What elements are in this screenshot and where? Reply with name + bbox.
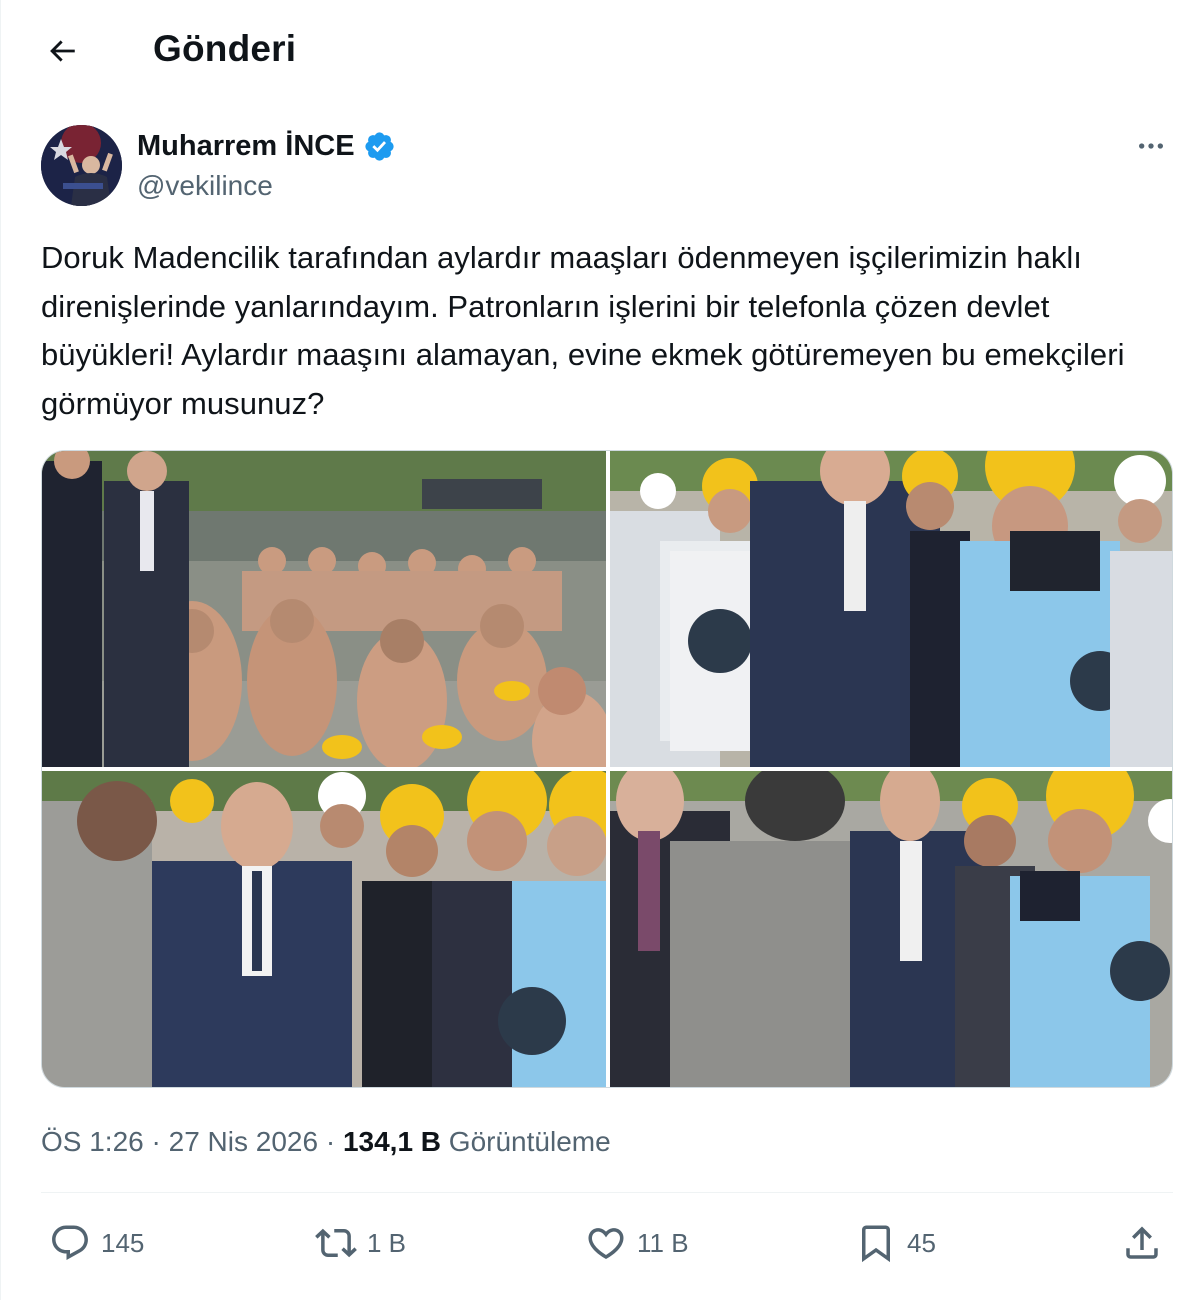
bookmark-count: 45 [907,1227,936,1258]
page-title: Gönderi [153,28,297,69]
tweet-date: 27 Nis 2026 [168,1126,319,1157]
photo-1[interactable] [42,451,606,767]
author-handle[interactable]: @vekilince [137,168,273,204]
views-count: 134,1 B [342,1126,442,1157]
more-button[interactable] [1131,128,1171,164]
share-button[interactable] [1121,1208,1163,1278]
tweet-meta: ÖS 1:26 · 27 Nis 2026 · 134,1 B Görüntül… [41,1122,611,1162]
post-page: Gönderi Muharrem İNCE @vekilince Doruk M… [0,0,1202,1300]
page-header: Gönderi [1,0,1202,100]
like-icon [588,1228,624,1260]
photo-2[interactable] [610,451,1172,767]
bookmark-button[interactable]: 45 [855,1208,936,1278]
media-grid [41,450,1173,1088]
tweet-time: ÖS 1:26 [41,1126,144,1157]
reply-count: 145 [101,1227,145,1258]
reply-icon [52,1225,88,1260]
avatar[interactable] [41,125,122,206]
tweet-text: Doruk Madencilik tarafından aylardır maa… [41,240,1125,421]
retweet-count: 1 B [367,1227,407,1258]
photo-4[interactable] [610,771,1172,1087]
share-icon [1126,1226,1158,1259]
retweet-button[interactable]: 1 B [315,1208,406,1278]
back-button[interactable] [37,26,87,76]
author-name-text: Muharrem İNCE [137,130,355,162]
action-bar: 145 1 B 11 B 45 [1,1208,1202,1278]
bookmark-icon [862,1225,890,1263]
views-label: Görüntüleme [441,1126,611,1157]
meta-separator: · [143,1126,169,1157]
verified-badge-icon [364,131,394,161]
retweet-icon [315,1228,357,1258]
photo-3[interactable] [42,771,606,1087]
more-icon [1139,143,1163,149]
like-button[interactable]: 11 B [585,1208,689,1278]
timestamp-link[interactable]: ÖS 1:26 · 27 Nis 2026 [41,1126,318,1157]
divider [41,1192,1173,1193]
like-count: 11 B [637,1227,689,1258]
meta-separator: · [318,1126,343,1157]
author-name[interactable]: Muharrem İNCE [137,128,396,164]
back-arrow-icon [50,40,75,62]
reply-button[interactable]: 145 [49,1208,144,1278]
